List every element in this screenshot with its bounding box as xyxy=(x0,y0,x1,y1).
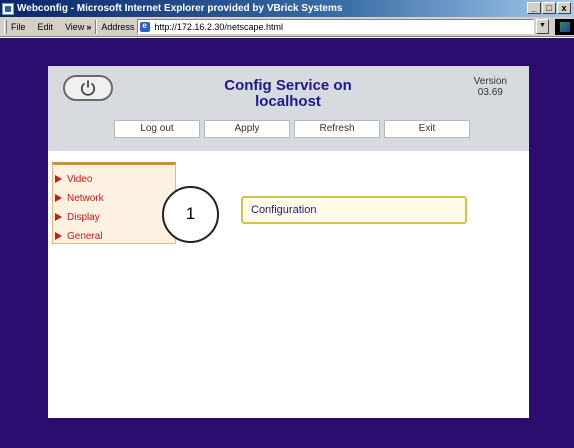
configuration-box: Configuration xyxy=(241,196,467,224)
config-panel: Config Service on localhost Version 03.6… xyxy=(48,66,529,418)
action-button-row: Log out Apply Refresh Exit xyxy=(114,120,470,138)
callout-number: 1 xyxy=(162,186,219,243)
menu-chevron[interactable]: » xyxy=(86,22,91,32)
config-header: Config Service on localhost Version 03.6… xyxy=(48,66,529,151)
address-dropdown-button[interactable]: ▼ xyxy=(535,19,550,34)
window-titlebar[interactable]: Webconfig - Microsoft Internet Explorer … xyxy=(0,0,574,17)
ie-app-icon xyxy=(2,2,14,15)
nav-label: Network xyxy=(67,193,104,204)
nav-item-display[interactable]: Display xyxy=(53,207,175,226)
triangle-arrow-icon xyxy=(55,231,62,240)
power-icon xyxy=(81,80,95,96)
version-value: 03.69 xyxy=(477,87,503,98)
version-label: Version xyxy=(473,76,507,87)
throbber-logo xyxy=(555,18,574,35)
menu-file[interactable]: File xyxy=(11,22,26,32)
version-info: Version 03.69 xyxy=(474,76,507,98)
close-button[interactable]: x xyxy=(557,2,571,14)
nav-item-general[interactable]: General xyxy=(53,226,175,245)
logout-button[interactable]: Log out xyxy=(114,120,200,138)
window-controls: _ □ x xyxy=(527,2,571,14)
triangle-arrow-icon xyxy=(55,193,62,202)
browser-viewport: Config Service on localhost Version 03.6… xyxy=(0,38,574,448)
nav-label: Video xyxy=(67,174,93,185)
power-button[interactable] xyxy=(63,75,113,101)
page-title: Config Service on localhost xyxy=(188,78,388,110)
address-input[interactable]: http://172.16.2.30/netscape.html xyxy=(137,19,534,34)
triangle-arrow-icon xyxy=(55,212,62,221)
minimize-button[interactable]: _ xyxy=(527,2,541,14)
refresh-button[interactable]: Refresh xyxy=(294,120,380,138)
menu-edit[interactable]: Edit xyxy=(37,22,53,32)
address-label: Address xyxy=(101,21,135,32)
toolbar-grip[interactable] xyxy=(4,19,7,34)
nav-item-network[interactable]: Network xyxy=(53,188,175,207)
title-line-1: Config Service on xyxy=(224,77,352,94)
apply-button[interactable]: Apply xyxy=(204,120,290,138)
nav-label: Display xyxy=(67,212,100,223)
window-title: Webconfig - Microsoft Internet Explorer … xyxy=(17,3,343,14)
exit-button[interactable]: Exit xyxy=(384,120,470,138)
address-url: http://172.16.2.30/netscape.html xyxy=(154,21,283,32)
maximize-button[interactable]: □ xyxy=(542,2,556,14)
nav-item-video[interactable]: Video xyxy=(53,169,175,188)
toolbar-separator xyxy=(95,19,98,34)
triangle-arrow-icon xyxy=(55,174,62,183)
menu-address-bar: File Edit View » Address http://172.16.2… xyxy=(0,17,574,37)
nav-label: General xyxy=(67,231,103,242)
menu-view[interactable]: View xyxy=(65,22,84,32)
title-line-2: localhost xyxy=(255,93,321,110)
side-nav: Video Network Display General xyxy=(52,162,176,244)
ie-address-icon xyxy=(140,21,151,32)
